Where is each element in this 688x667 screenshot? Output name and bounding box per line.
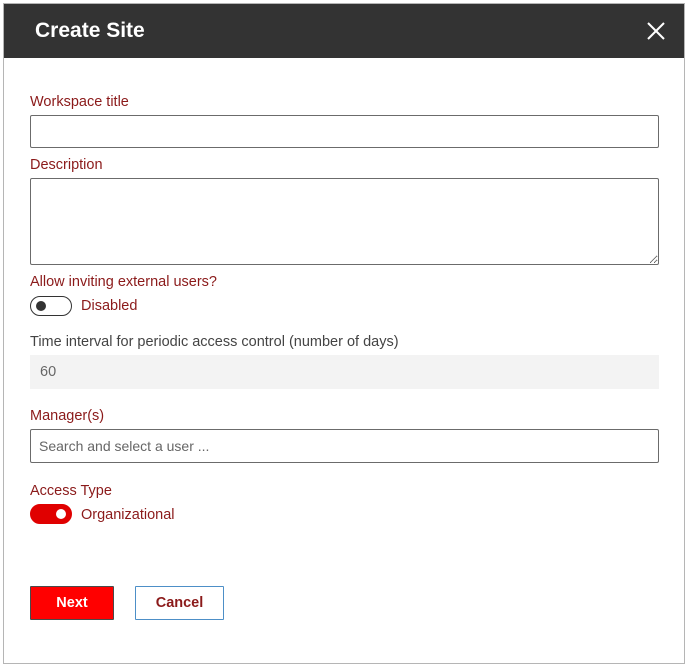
create-site-dialog: Create Site Workspace title Description … [3,3,685,664]
managers-search-input[interactable] [30,429,659,463]
close-icon[interactable] [644,19,668,43]
workspace-title-label: Workspace title [30,94,129,110]
description-textarea[interactable] [30,178,659,265]
external-users-label: Allow inviting external users? [30,274,217,290]
description-label: Description [30,157,103,173]
access-interval-field: 60 [30,355,659,389]
external-users-state: Disabled [81,298,138,314]
cancel-button[interactable]: Cancel [135,586,224,620]
dialog-title: Create Site [35,19,145,42]
dialog-header: Create Site [4,4,684,58]
external-users-toggle[interactable] [30,296,72,316]
managers-label: Manager(s) [30,408,105,424]
access-interval-label: Time interval for periodic access contro… [30,334,399,350]
workspace-title-input[interactable] [30,115,659,148]
access-type-label: Access Type [30,483,112,499]
toggle-knob [56,509,66,519]
next-button[interactable]: Next [30,586,114,620]
toggle-knob [36,301,46,311]
access-type-state: Organizational [81,507,175,523]
access-type-toggle[interactable] [30,504,72,524]
